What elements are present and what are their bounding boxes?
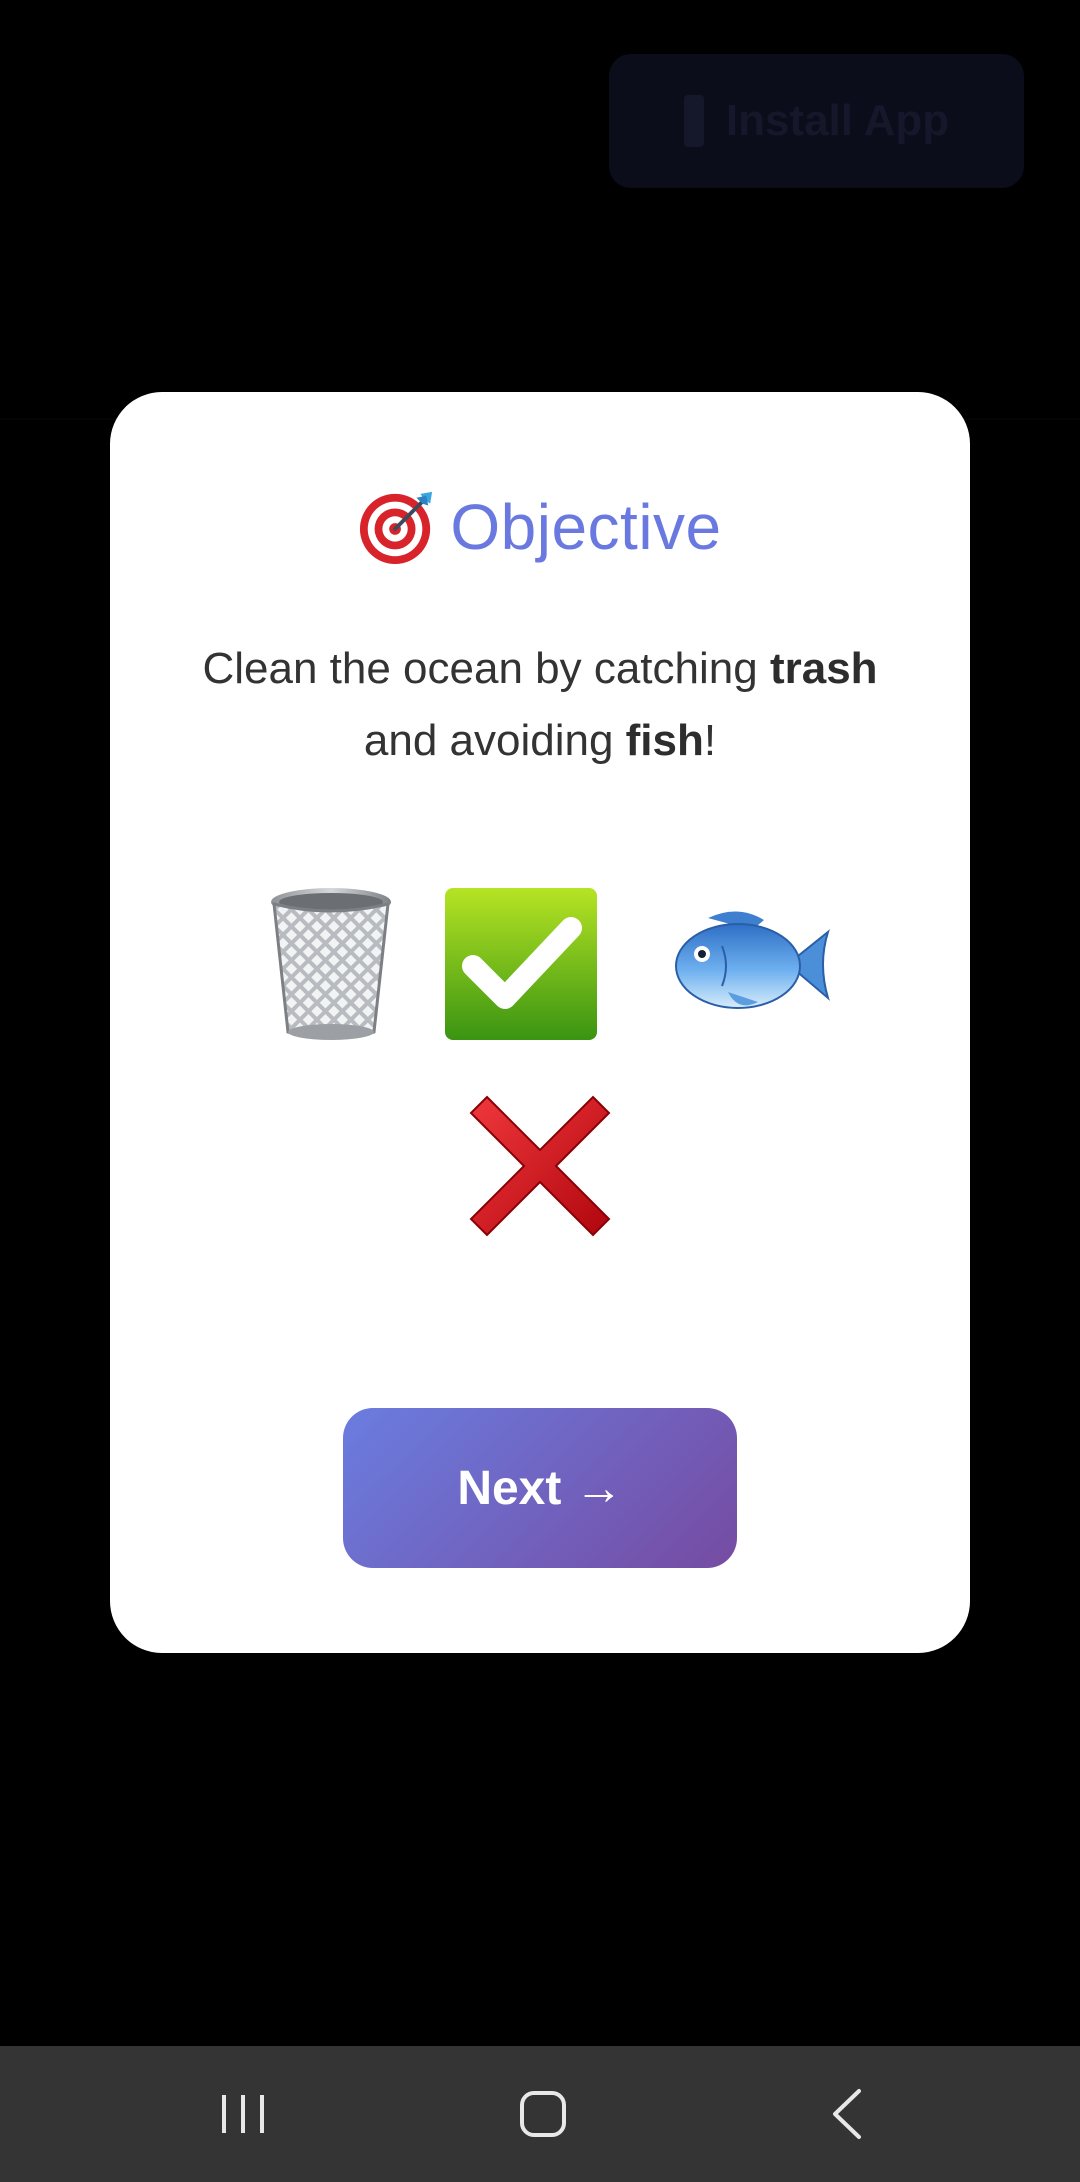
modal-title: Objective	[110, 482, 970, 572]
cross-icon	[469, 1095, 611, 1237]
desc-bold-fish: fish	[625, 716, 704, 765]
recents-button[interactable]	[163, 2046, 323, 2182]
home-icon	[520, 2091, 566, 2137]
back-icon	[833, 2089, 861, 2139]
target-icon	[360, 491, 433, 565]
objective-description: Clean the ocean by catching trash and av…	[110, 633, 970, 777]
desc-bold-trash: trash	[769, 644, 878, 693]
android-nav-bar	[0, 2046, 1080, 2182]
desc-text-2: and avoiding	[363, 716, 626, 765]
desc-text-3: !	[703, 716, 717, 765]
fish-icon	[675, 911, 830, 1009]
check-icon	[445, 888, 597, 1040]
desc-text-1: Clean the ocean by catching	[202, 644, 770, 693]
install-app-label: Install App	[725, 96, 950, 145]
trash-icon	[271, 888, 391, 1040]
recents-icon	[222, 2095, 264, 2133]
modal-title-text: Objective	[450, 491, 722, 563]
home-button[interactable]	[463, 2046, 623, 2182]
phone-icon	[683, 95, 704, 147]
next-button[interactable]: Next →	[343, 1408, 737, 1568]
back-button[interactable]	[767, 2046, 927, 2182]
install-app-button[interactable]: Install App	[609, 54, 1024, 188]
screen: Install App Objective Clean the ocean by…	[0, 0, 1080, 2182]
